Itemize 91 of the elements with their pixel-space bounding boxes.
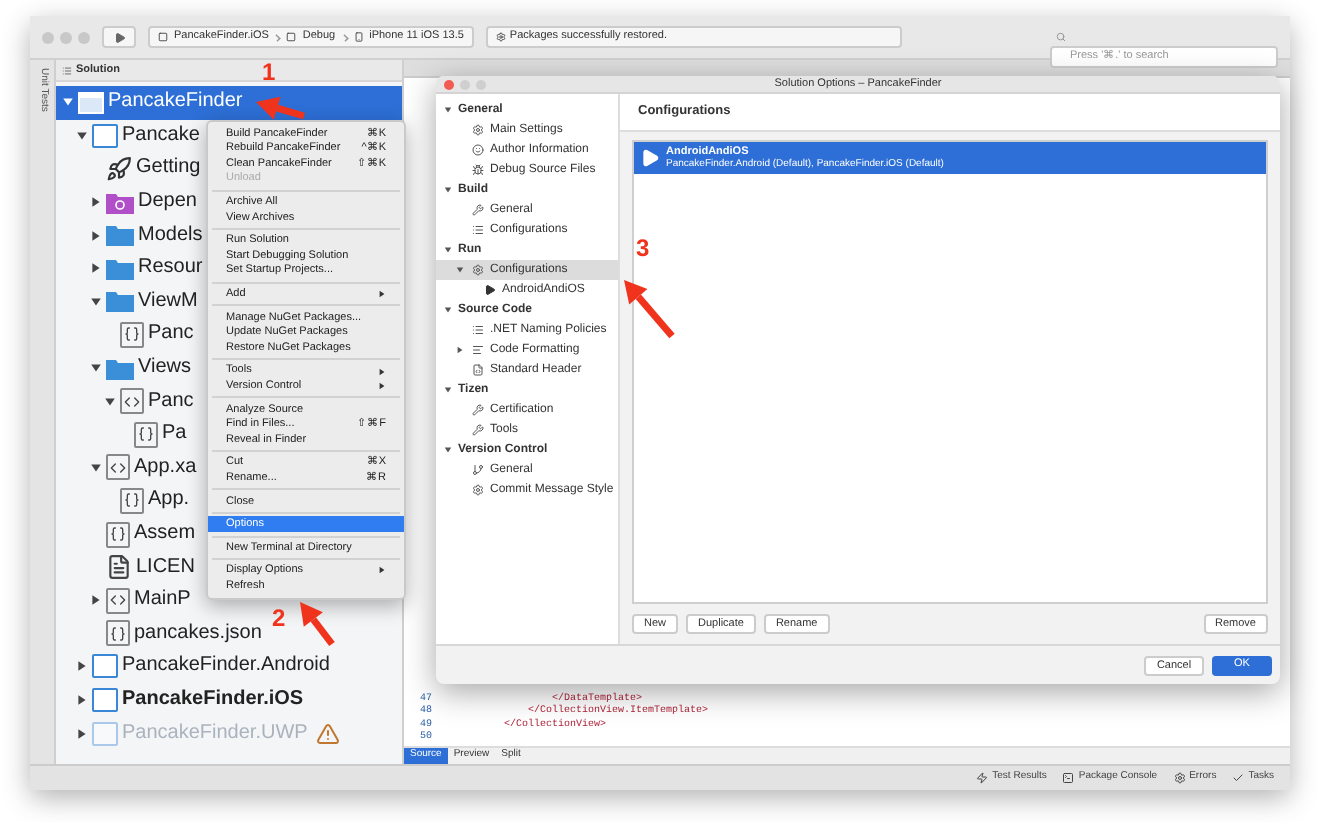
folder-icon xyxy=(106,290,134,313)
expanded-triangle-icon[interactable] xyxy=(90,295,102,308)
collapsed-triangle-icon[interactable] xyxy=(76,693,88,706)
tree-item[interactable]: ViewM xyxy=(56,285,198,319)
tree-item[interactable]: Depen xyxy=(56,185,197,219)
project-icon xyxy=(92,654,118,679)
wrench-icon xyxy=(472,404,484,416)
tree-item[interactable]: Panc xyxy=(56,384,194,418)
close-button[interactable] xyxy=(444,79,454,89)
folder-icon xyxy=(106,357,134,380)
tree-item[interactable]: PancakeFinder.iOS xyxy=(56,683,304,717)
code-file-icon xyxy=(120,487,144,514)
project-icon xyxy=(92,123,118,148)
code-file-icon xyxy=(106,620,130,647)
tree-item[interactable]: Assem xyxy=(56,517,196,551)
play-icon xyxy=(484,284,496,296)
phone-icon xyxy=(353,32,364,42)
tree-item[interactable]: App. xyxy=(56,484,190,518)
tree-item[interactable]: Resour xyxy=(56,251,203,286)
format-icon xyxy=(472,344,484,356)
expanded-triangle-icon[interactable] xyxy=(444,386,452,394)
tree-item[interactable]: Panc xyxy=(56,318,194,352)
folder-icon xyxy=(106,191,134,214)
document-icon xyxy=(472,364,484,376)
tree-item[interactable]: Models xyxy=(56,218,203,252)
solution-icon xyxy=(78,91,104,114)
check-icon xyxy=(1232,772,1245,784)
gear-icon xyxy=(495,32,506,42)
tree-item[interactable]: Getting xyxy=(56,152,201,186)
collapsed-triangle-icon[interactable] xyxy=(90,262,102,275)
annotation-number: 3 xyxy=(636,236,650,260)
tree-item[interactable]: PancakeFinder.Android xyxy=(56,650,330,684)
gear-icon xyxy=(472,124,484,136)
code-file-icon xyxy=(134,421,158,448)
expanded-triangle-icon[interactable] xyxy=(444,246,452,254)
collapsed-triangle-icon[interactable] xyxy=(90,229,102,242)
project-icon xyxy=(286,32,297,42)
gear-icon xyxy=(472,484,484,496)
tree-item[interactable]: Pancake xyxy=(56,119,200,153)
run-button[interactable] xyxy=(102,26,136,48)
tree-item[interactable]: Pa xyxy=(56,417,187,452)
expanded-triangle-icon[interactable] xyxy=(456,266,464,274)
folder-icon xyxy=(106,224,134,247)
branch-icon xyxy=(472,464,484,476)
tree-item[interactable]: PancakeFinder xyxy=(56,86,402,120)
folder-icon xyxy=(106,257,134,280)
expanded-triangle-icon[interactable] xyxy=(76,129,88,142)
collapsed-triangle-icon[interactable] xyxy=(456,346,464,354)
bug-icon xyxy=(472,164,484,176)
tree-item[interactable]: pancakes.json xyxy=(56,617,262,651)
warning-icon xyxy=(315,721,340,746)
code-file-icon xyxy=(106,521,130,548)
search-icon xyxy=(1056,32,1066,42)
list-icon xyxy=(62,65,72,75)
expanded-triangle-icon[interactable] xyxy=(444,306,452,314)
lightning-icon xyxy=(976,772,989,784)
smiley-icon xyxy=(472,144,484,156)
expanded-triangle-icon[interactable] xyxy=(444,446,452,454)
collapsed-triangle-icon[interactable] xyxy=(90,196,102,209)
tree-item[interactable]: MainP xyxy=(56,583,191,617)
project-icon xyxy=(92,687,118,712)
markup-file-icon xyxy=(120,388,144,415)
console-icon xyxy=(1062,772,1075,784)
collapsed-triangle-icon[interactable] xyxy=(76,660,88,673)
expanded-triangle-icon[interactable] xyxy=(90,362,102,375)
wrench-icon xyxy=(472,204,484,216)
collapsed-triangle-icon[interactable] xyxy=(90,594,102,607)
project-icon xyxy=(158,32,168,42)
markup-file-icon xyxy=(106,587,130,614)
tree-item[interactable]: Views xyxy=(56,351,191,385)
document-icon xyxy=(106,554,132,581)
list-icon xyxy=(472,324,484,336)
tree-item[interactable]: LICEN xyxy=(56,550,195,584)
code-file-icon xyxy=(120,321,144,348)
expanded-triangle-icon[interactable] xyxy=(62,96,74,109)
play-icon xyxy=(113,31,125,43)
expanded-triangle-icon[interactable] xyxy=(444,186,452,194)
markup-file-icon xyxy=(106,454,130,481)
play-icon xyxy=(640,148,660,168)
project-icon xyxy=(92,721,118,746)
annotation-number: 1 xyxy=(262,60,276,84)
list-icon xyxy=(472,224,484,236)
expanded-triangle-icon[interactable] xyxy=(444,106,452,114)
gear-icon xyxy=(1173,772,1186,784)
rocket-icon xyxy=(106,155,132,182)
expanded-triangle-icon[interactable] xyxy=(104,395,116,408)
gear-icon xyxy=(472,264,484,276)
tree-item[interactable]: App.xa xyxy=(56,451,197,485)
annotation-number: 2 xyxy=(272,606,286,630)
expanded-triangle-icon[interactable] xyxy=(90,461,102,474)
wrench-icon xyxy=(472,424,484,436)
